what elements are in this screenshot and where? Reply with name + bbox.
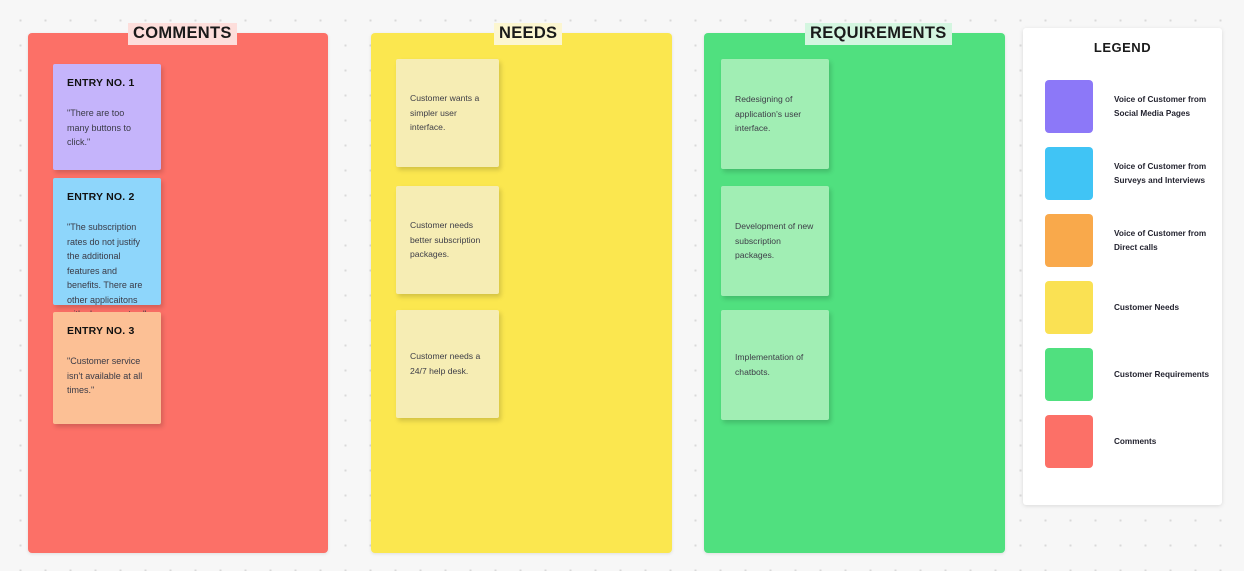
sticky-note-body: Customer needs better subscription packa… [410, 219, 481, 260]
sticky-note-body: "Customer service isn't available at all… [67, 356, 143, 396]
legend-item-direct-calls: Voice of Customer from Direct calls [1023, 207, 1222, 274]
legend-item-comments: Comments [1023, 408, 1222, 475]
sticky-note-body: "The subscription rates do not justify t… [67, 222, 146, 319]
legend-item-label: Voice of Customer from Direct calls [1114, 228, 1207, 252]
column-title-comments: COMMENTS [128, 23, 237, 45]
sticky-note-comment-3[interactable]: ENTRY NO. 3 "Customer service isn't avai… [53, 312, 161, 424]
column-title-requirements: REQUIREMENTS [805, 23, 952, 45]
legend-item-customer-needs: Customer Needs [1023, 274, 1222, 341]
legend-item-label: Customer Needs [1114, 302, 1180, 312]
sticky-note-requirement-2[interactable]: Development of new subscription packages… [721, 186, 829, 296]
sticky-note-requirement-3[interactable]: Implementation of chatbots. [721, 310, 829, 420]
legend-panel: LEGEND Voice of Customer from Social Med… [1023, 28, 1222, 505]
sticky-note-need-3[interactable]: Customer needs a 24/7 help desk. [396, 310, 499, 418]
sticky-note-body: Customer needs a 24/7 help desk. [410, 351, 481, 376]
legend-swatch-green [1045, 348, 1093, 401]
sticky-note-body: Redesigning of application's user interf… [735, 93, 802, 134]
legend-list: Voice of Customer from Social Media Page… [1023, 73, 1222, 475]
legend-item-label: Comments [1114, 436, 1157, 446]
sticky-note-comment-2[interactable]: ENTRY NO. 2 "The subscription rates do n… [53, 178, 161, 319]
column-title-needs: NEEDS [494, 23, 563, 45]
legend-item-social-media: Voice of Customer from Social Media Page… [1023, 73, 1222, 140]
sticky-note-body: Customer wants a simpler user interface. [410, 92, 480, 133]
sticky-note-body: Development of new subscription packages… [735, 220, 814, 261]
sticky-note-requirement-1[interactable]: Redesigning of application's user interf… [721, 59, 829, 169]
legend-swatch-orange [1045, 214, 1093, 267]
sticky-note-heading: ENTRY NO. 3 [67, 325, 135, 337]
sticky-note-comment-1[interactable]: ENTRY NO. 1 "There are too many buttons … [53, 64, 161, 170]
legend-swatch-purple [1045, 80, 1093, 133]
legend-title: LEGEND [1093, 40, 1152, 55]
sticky-note-need-1[interactable]: Customer wants a simpler user interface. [396, 59, 499, 167]
sticky-note-body: "There are too many buttons to click." [67, 108, 132, 148]
legend-item-label: Voice of Customer from Surveys and Inter… [1114, 161, 1207, 185]
sticky-note-need-2[interactable]: Customer needs better subscription packa… [396, 186, 499, 294]
legend-swatch-yellow [1045, 281, 1093, 334]
legend-item-label: Customer Requirements [1114, 369, 1210, 379]
legend-swatch-red [1045, 415, 1093, 468]
sticky-note-body: Implementation of chatbots. [735, 352, 804, 377]
legend-item-label: Voice of Customer from Social Media Page… [1114, 94, 1207, 118]
sticky-note-heading: ENTRY NO. 1 [67, 77, 135, 89]
legend-item-customer-requirements: Customer Requirements [1023, 341, 1222, 408]
whiteboard-canvas: COMMENTS ENTRY NO. 1 "There are too many… [0, 0, 1244, 571]
legend-swatch-blue [1045, 147, 1093, 200]
sticky-note-heading: ENTRY NO. 2 [67, 191, 135, 203]
legend-item-surveys-interviews: Voice of Customer from Surveys and Inter… [1023, 140, 1222, 207]
